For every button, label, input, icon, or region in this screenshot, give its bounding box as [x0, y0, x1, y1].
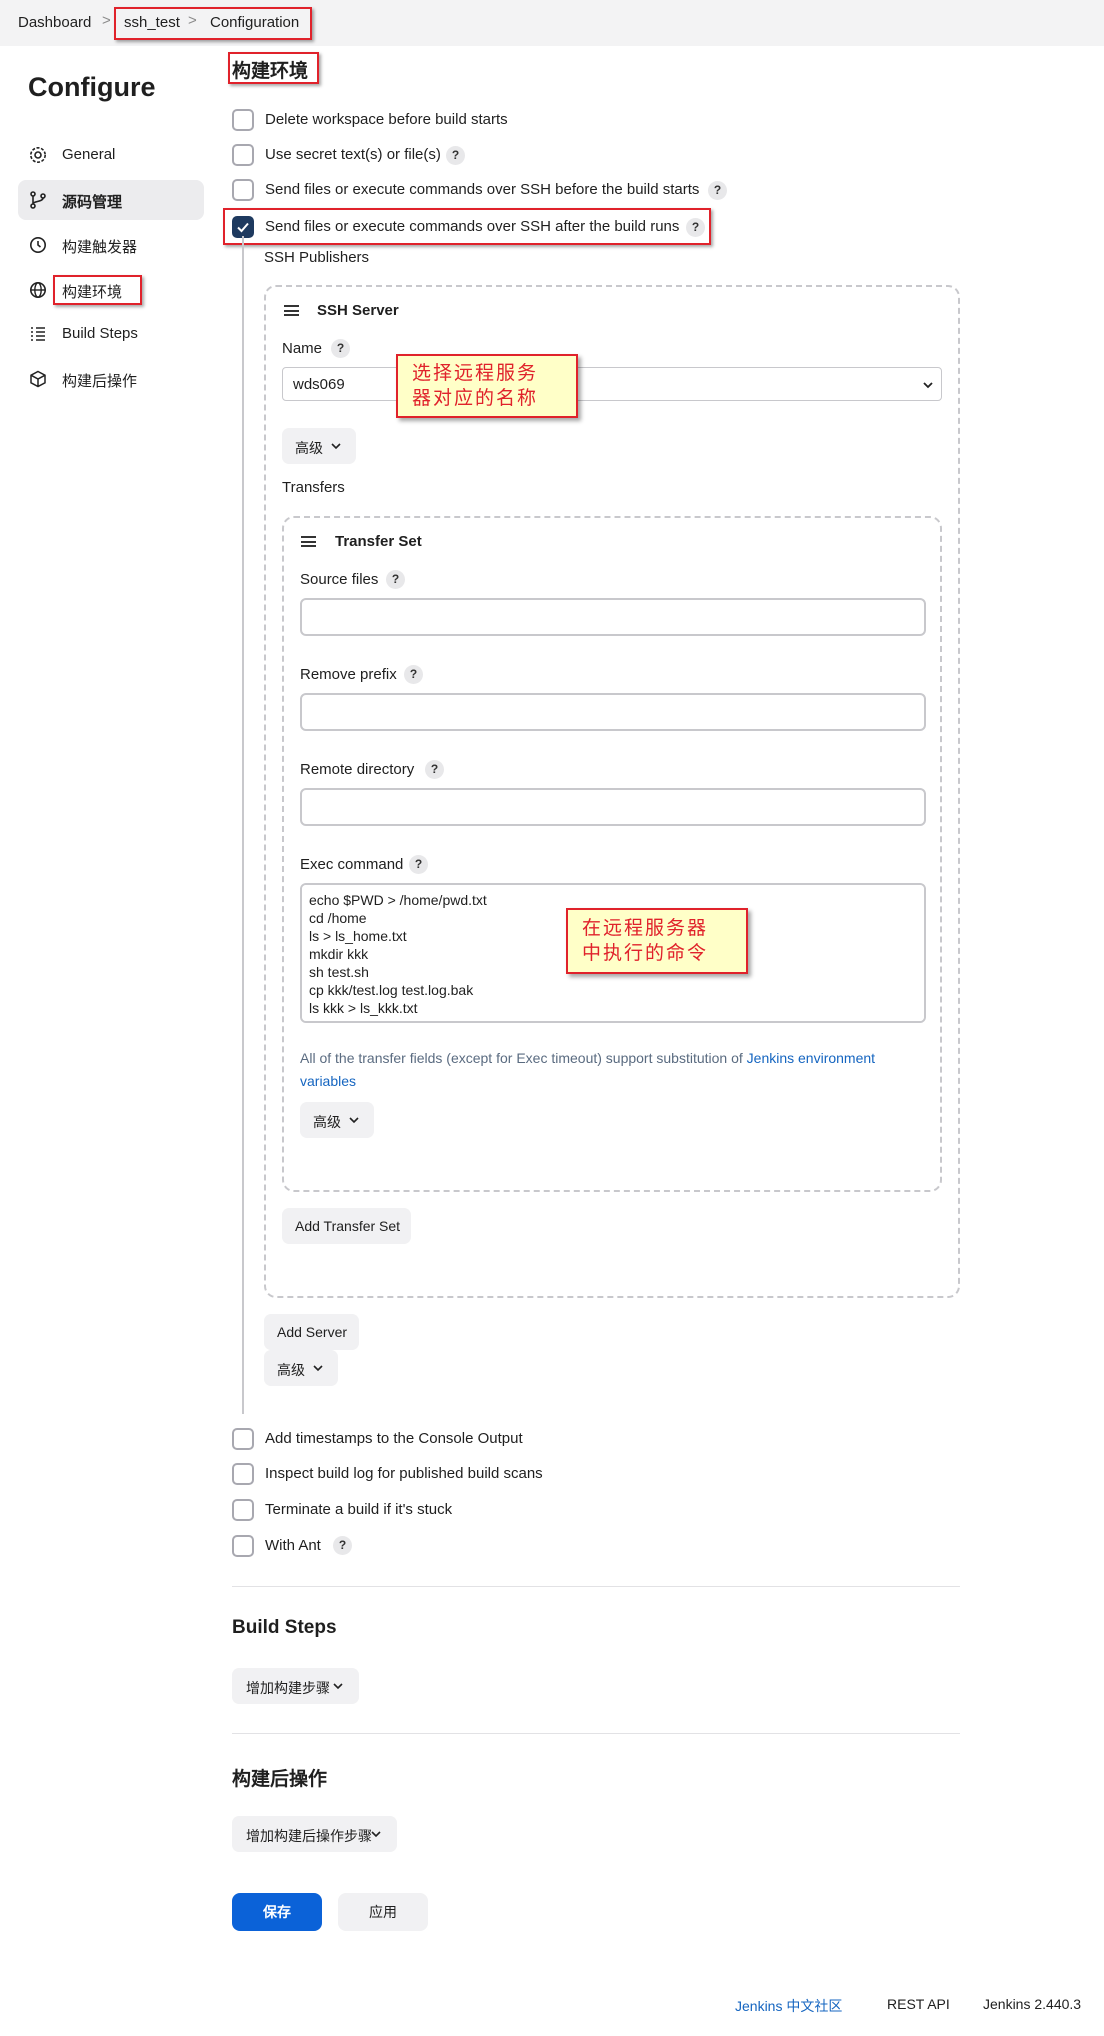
selected-value: wds069: [293, 376, 345, 393]
chevron-down-icon: [371, 1831, 381, 1838]
help-icon[interactable]: ?: [386, 570, 405, 589]
add-server-label: Add Server: [277, 1324, 348, 1340]
clock-icon: [30, 237, 46, 253]
advanced-label: 高级: [277, 1362, 305, 1378]
add-build-step-button[interactable]: 增加构建步骤: [232, 1668, 359, 1704]
gear-icon: [30, 147, 46, 163]
sidebar-item-label: Build Steps: [62, 325, 138, 342]
sidebar-item-general[interactable]: General: [18, 135, 204, 175]
add-post-build-step-label: 增加构建后操作步骤: [246, 1828, 372, 1844]
highlight-box: [53, 275, 142, 305]
checkbox-terminate-stuck[interactable]: [232, 1499, 254, 1521]
add-transfer-set-label: Add Transfer Set: [295, 1218, 401, 1234]
checkbox-label: Send files or execute commands over SSH …: [265, 181, 700, 198]
breadcrumb-dashboard[interactable]: Dashboard: [18, 14, 91, 31]
chevron-down-icon: [349, 1117, 359, 1124]
source-files-label: Source files: [300, 571, 379, 588]
drag-handle-icon[interactable]: [301, 536, 316, 547]
checkbox-label: Add timestamps to the Console Output: [265, 1430, 523, 1447]
highlight-box: [228, 52, 319, 84]
annotation-name-note: 选择远程服务 器对应的名称: [396, 354, 578, 418]
cube-icon: [30, 370, 46, 388]
page-title: Configure: [28, 72, 156, 102]
advanced-button[interactable]: 高级: [282, 428, 356, 464]
add-build-step-label: 增加构建步骤: [246, 1680, 330, 1696]
footer-version[interactable]: Jenkins 2.440.3: [983, 1996, 1081, 2012]
highlight-box: [114, 7, 312, 40]
list-icon: [31, 327, 45, 341]
help-icon[interactable]: ?: [708, 181, 727, 200]
checkbox-ssh-before-build[interactable]: [232, 179, 254, 201]
help-icon[interactable]: ?: [425, 760, 444, 779]
add-server-button[interactable]: Add Server: [264, 1314, 359, 1350]
transfer-set-title: Transfer Set: [335, 533, 422, 550]
sidebar-item-post-build[interactable]: 构建后操作: [18, 359, 204, 399]
nested-block-line: [242, 236, 244, 1414]
advanced-button[interactable]: 高级: [300, 1102, 374, 1138]
checkbox-label: With Ant: [265, 1537, 321, 1554]
sidebar-item-build-steps[interactable]: Build Steps: [18, 314, 204, 354]
checkbox-with-ant[interactable]: [232, 1535, 254, 1557]
ssh-server-name-select[interactable]: wds069: [282, 367, 942, 401]
chevron-down-icon: [923, 382, 933, 389]
source-files-input[interactable]: [300, 598, 926, 636]
exec-command-label: Exec command: [300, 856, 404, 873]
remote-directory-label: Remote directory: [300, 761, 415, 778]
highlight-box: [223, 208, 711, 245]
divider: [232, 1733, 960, 1734]
sidebar-item-label: General: [62, 146, 116, 163]
remove-prefix-input[interactable]: [300, 693, 926, 731]
footer-rest-api-link[interactable]: REST API: [887, 1996, 950, 2012]
sidebar-item-label: 构建触发器: [62, 239, 138, 256]
checkbox-delete-workspace[interactable]: [232, 109, 254, 131]
advanced-button[interactable]: 高级: [264, 1350, 338, 1386]
checkbox-label: Use secret text(s) or file(s): [265, 146, 441, 163]
ssh-publishers-label: SSH Publishers: [264, 249, 370, 266]
checkbox-label: Terminate a build if it's stuck: [265, 1501, 453, 1518]
annotation-cmd-note: 在远程服务器 中执行的命令: [566, 908, 748, 974]
substitution-info: All of the transfer fields (except for E…: [300, 1047, 900, 1093]
add-post-build-step-button[interactable]: 增加构建后操作步骤: [232, 1816, 397, 1852]
save-button[interactable]: 保存: [232, 1893, 322, 1931]
remote-directory-input[interactable]: [300, 788, 926, 826]
footer-community-link[interactable]: Jenkins 中文社区: [735, 1996, 842, 2016]
checkbox-inspect-build-log[interactable]: [232, 1463, 254, 1485]
apply-button[interactable]: 应用: [338, 1893, 428, 1931]
drag-handle-icon[interactable]: [284, 305, 299, 316]
sidebar-item-source-control[interactable]: 源码管理: [18, 180, 204, 220]
help-icon[interactable]: ?: [331, 339, 350, 358]
section-title-build-steps: Build Steps: [232, 1617, 337, 1638]
globe-icon: [30, 282, 46, 298]
sidebar-item-label: 源码管理: [62, 194, 123, 211]
chevron-down-icon: [333, 1683, 343, 1690]
help-icon[interactable]: ?: [409, 855, 428, 874]
help-icon[interactable]: ?: [446, 146, 465, 165]
help-icon[interactable]: ?: [404, 665, 423, 684]
advanced-label: 高级: [313, 1114, 341, 1130]
checkbox-label: Delete workspace before build starts: [265, 111, 508, 128]
info-text: All of the transfer fields (except for E…: [300, 1050, 747, 1066]
ssh-server-title: SSH Server: [317, 302, 399, 319]
checkbox-timestamps[interactable]: [232, 1428, 254, 1450]
add-transfer-set-button[interactable]: Add Transfer Set: [282, 1208, 411, 1244]
chevron-down-icon: [313, 1365, 323, 1372]
chevron-down-icon: [331, 443, 341, 450]
transfers-label: Transfers: [282, 479, 345, 496]
branch-icon: [30, 191, 46, 209]
breadcrumb-separator: >: [102, 12, 111, 29]
help-icon[interactable]: ?: [333, 1536, 352, 1555]
advanced-label: 高级: [295, 440, 323, 456]
name-label: Name: [282, 340, 323, 357]
section-title-post-build: 构建后操作: [232, 1769, 328, 1790]
checkbox-label: Inspect build log for published build sc…: [265, 1465, 543, 1482]
remove-prefix-label: Remove prefix: [300, 666, 397, 683]
sidebar-item-label: 构建后操作: [62, 373, 138, 390]
checkbox-secret-text[interactable]: [232, 144, 254, 166]
divider: [232, 1586, 960, 1587]
sidebar-item-build-triggers[interactable]: 构建触发器: [18, 225, 204, 265]
